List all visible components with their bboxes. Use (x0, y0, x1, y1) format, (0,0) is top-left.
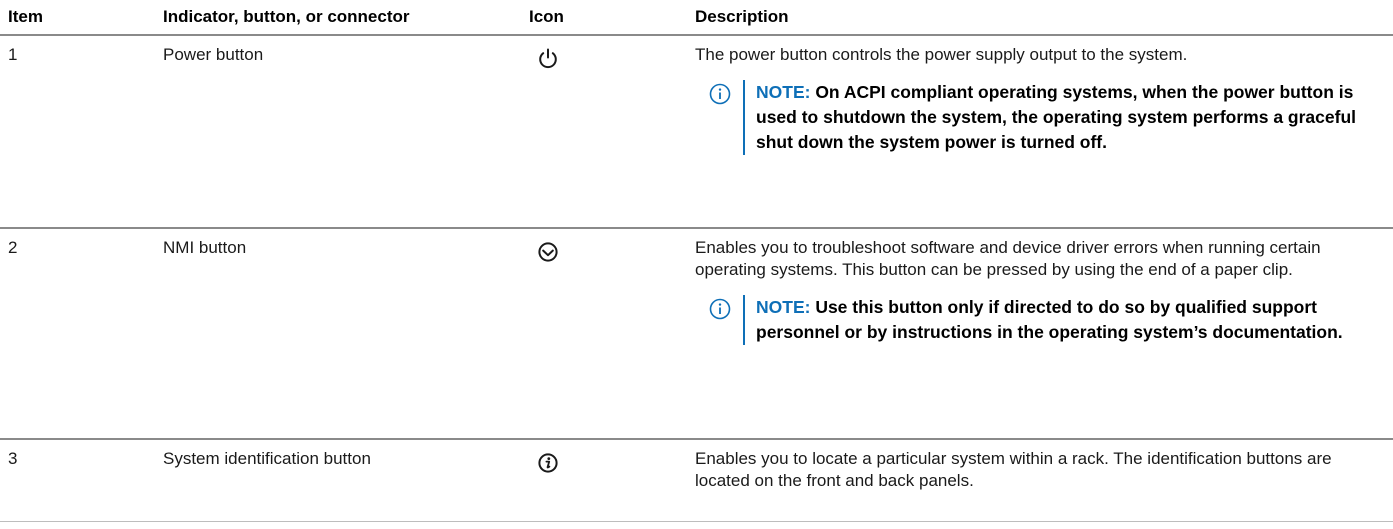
info-icon (709, 83, 731, 105)
note-text: Use this button only if directed to do s… (756, 297, 1343, 342)
cell-icon (529, 35, 695, 229)
header-indicator: Indicator, button, or connector (163, 0, 529, 36)
header-icon: Icon (529, 0, 695, 36)
table-row: 1 Power button The power button controls… (0, 35, 1393, 229)
header-item: Item (0, 0, 163, 36)
indicator-table: Item Indicator, button, or connector Ico… (0, 0, 1393, 522)
cell-description: The power button controls the power supp… (695, 35, 1393, 229)
header-description: Description (695, 0, 1393, 36)
note-body: NOTE: On ACPI compliant operating system… (743, 80, 1379, 155)
note-text: On ACPI compliant operating systems, whe… (756, 82, 1356, 152)
cell-item: 2 (0, 228, 163, 440)
note-label: NOTE: (756, 82, 811, 102)
nmi-icon (536, 240, 560, 264)
system-id-icon (536, 451, 560, 475)
info-icon (709, 298, 731, 320)
cell-icon (529, 228, 695, 440)
cell-icon (529, 439, 695, 522)
cell-item: 1 (0, 35, 163, 229)
table-body: 1 Power button The power button controls… (0, 35, 1393, 522)
power-icon (536, 47, 560, 71)
table-row: 2 NMI button Enables you to troubleshoot… (0, 228, 1393, 440)
note-block: NOTE: Use this button only if directed t… (695, 295, 1379, 345)
cell-indicator: System identification button (163, 439, 529, 522)
note-body: NOTE: Use this button only if directed t… (743, 295, 1379, 345)
table-header: Item Indicator, button, or connector Ico… (0, 0, 1393, 36)
note-block: NOTE: On ACPI compliant operating system… (695, 80, 1379, 155)
description-text: The power button controls the power supp… (695, 45, 1188, 64)
table-row: 3 System identification button Enables y… (0, 439, 1393, 522)
cell-indicator: Power button (163, 35, 529, 229)
note-label: NOTE: (756, 297, 811, 317)
cell-description: Enables you to locate a particular syste… (695, 439, 1393, 522)
cell-description: Enables you to troubleshoot software and… (695, 228, 1393, 440)
header-row: Item Indicator, button, or connector Ico… (0, 0, 1393, 36)
cell-indicator: NMI button (163, 228, 529, 440)
cell-item: 3 (0, 439, 163, 522)
description-text: Enables you to troubleshoot software and… (695, 238, 1321, 279)
description-text: Enables you to locate a particular syste… (695, 449, 1332, 490)
